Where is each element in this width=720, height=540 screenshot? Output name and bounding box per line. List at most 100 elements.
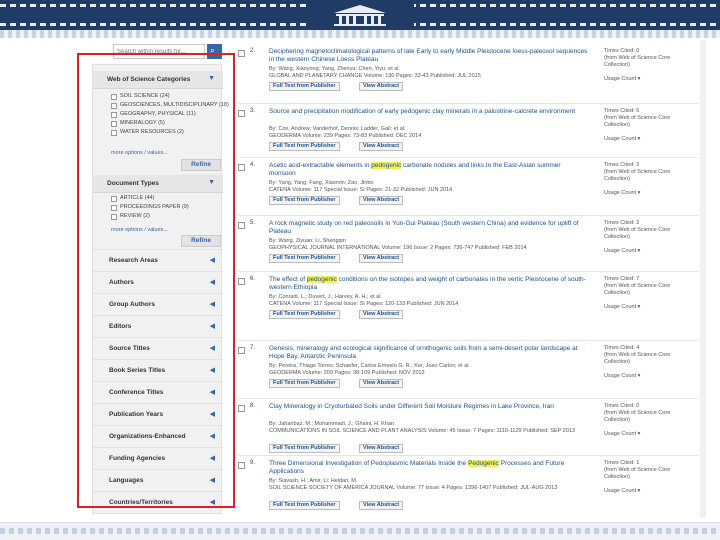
usage-count[interactable]: Usage Count ▾ [604, 373, 640, 379]
title-text: The effect of [269, 276, 307, 283]
record-authors: By: Conradi, L.; Duvert, J.; Harvey, A. … [269, 294, 382, 300]
usage-count[interactable]: Usage Count ▾ [604, 488, 640, 494]
view-abstract-button[interactable]: View Abstract [359, 444, 404, 453]
record-divider [238, 157, 698, 158]
footer-pattern [0, 528, 720, 534]
footer-band [0, 522, 720, 540]
record-title-link[interactable]: Three Dimensional Investigation of Pedop… [269, 460, 589, 476]
record-title-link[interactable]: Source and precipitation modification of… [269, 108, 589, 116]
select-record-checkbox[interactable] [238, 347, 245, 354]
usage-count[interactable]: Usage Count ▾ [604, 76, 640, 82]
usage-label: Usage Count [604, 304, 637, 310]
select-record-checkbox[interactable] [238, 222, 245, 229]
record-title-link[interactable]: Genesis, mineralogy and ecological signi… [269, 345, 589, 361]
record-divider [238, 398, 698, 399]
usage-label: Usage Count [604, 431, 637, 437]
full-text-button[interactable]: Full Text from Publisher [269, 82, 340, 91]
record-title-link[interactable]: Clay Mineralogy in Cryoturbated Soils un… [269, 403, 589, 411]
record-authors: By: Pereira, Thiago Torres; Schaefer, Ca… [269, 363, 470, 369]
select-record-checkbox[interactable] [238, 462, 245, 469]
title-text: Pedogenic [468, 460, 499, 467]
building-emblem-icon [306, 2, 414, 28]
chevron-down-icon: ▾ [636, 136, 641, 142]
full-text-button[interactable]: Full Text from Publisher [269, 379, 340, 388]
record-number: 4. [250, 162, 256, 168]
record-title-link[interactable]: Acetic acid-extractable elements in pedo… [269, 162, 589, 178]
view-abstract-button[interactable]: View Abstract [359, 142, 404, 151]
usage-label: Usage Count [604, 248, 637, 254]
times-cited[interactable]: Times Cited: 7 (from Web of Science Core… [604, 276, 694, 297]
usage-count[interactable]: Usage Count ▾ [604, 304, 640, 310]
times-cited[interactable]: Times Cited: 0 (from Web of Science Core… [604, 403, 694, 424]
select-record-checkbox[interactable] [238, 278, 245, 285]
record-authors: By: Wang, Xiaoyong; Yang, Zhenyu; Chen, … [269, 66, 401, 72]
usage-count[interactable]: Usage Count ▾ [604, 190, 640, 196]
record-divider [238, 340, 698, 341]
record-number: 9. [250, 460, 256, 466]
usage-label: Usage Count [604, 76, 637, 82]
view-abstract-button[interactable]: View Abstract [359, 254, 404, 263]
title-text: Source and precipitation modification of… [269, 108, 576, 115]
view-abstract-button[interactable]: View Abstract [359, 379, 404, 388]
record-divider [238, 215, 698, 216]
record-title-link[interactable]: A rock magnetic study on red paleosoils … [269, 220, 589, 236]
title-text: pedogenic [306, 276, 337, 283]
record-divider [238, 455, 698, 456]
record-divider [238, 103, 698, 104]
chevron-down-icon: ▾ [636, 76, 641, 82]
title-text: Clay Mineralogy in Cryoturbated Soils un… [269, 403, 554, 410]
record-source: GEODERMA Volume: 209 Pages: 98-109 Publi… [269, 370, 425, 376]
usage-label: Usage Count [604, 190, 637, 196]
annotation-highlight-box [77, 53, 235, 508]
record-number: 3. [250, 108, 256, 114]
select-record-checkbox[interactable] [238, 110, 245, 117]
view-abstract-button[interactable]: View Abstract [359, 196, 404, 205]
record-title-link[interactable]: The effect of pedogenic conditions on th… [269, 276, 589, 292]
record-number: 8. [250, 403, 256, 409]
usage-count[interactable]: Usage Count ▾ [604, 431, 640, 437]
record-source: CATENA Volume: 117 Special Issue: SI Pag… [269, 187, 453, 193]
record-source: SOIL SCIENCE SOCIETY OF AMERICA JOURNAL … [269, 485, 558, 491]
title-text: A rock magnetic study on red paleosoils … [269, 220, 579, 235]
times-cited[interactable]: Times Cited: 4 (from Web of Science Core… [604, 345, 694, 366]
record-divider [238, 271, 698, 272]
record-authors: By: Yang, Yang; Fang, Xiaomin; Zan, Jinb… [269, 180, 374, 186]
usage-count[interactable]: Usage Count ▾ [604, 136, 640, 142]
scrollbar[interactable] [700, 40, 706, 518]
record-authors: By: Wang, Ziyuan; Li, Shengqin [269, 238, 346, 244]
full-text-button[interactable]: Full Text from Publisher [269, 501, 340, 510]
times-cited[interactable]: Times Cited: 2 (from Web of Science Core… [604, 220, 694, 241]
full-text-button[interactable]: Full Text from Publisher [269, 444, 340, 453]
record-source: COMMUNICATIONS IN SOIL SCIENCE AND PLANT… [269, 428, 575, 434]
times-cited[interactable]: Times Cited: 2 (from Web of Science Core… [604, 162, 694, 183]
full-text-button[interactable]: Full Text from Publisher [269, 254, 340, 263]
record-authors: By: Siavash, H.; Amir, Li; Heidari, M. [269, 478, 358, 484]
usage-label: Usage Count [604, 488, 637, 494]
full-text-button[interactable]: Full Text from Publisher [269, 142, 340, 151]
times-cited[interactable]: Times Cited: 6 (from Web of Science Core… [604, 108, 694, 129]
view-abstract-button[interactable]: View Abstract [359, 82, 404, 91]
full-text-button[interactable]: Full Text from Publisher [269, 196, 340, 205]
record-authors: By: Jahanbaz, M.; Mohammadi, J.; Ghaini,… [269, 421, 395, 427]
record-source: CATENA Volume: 117 Special Issue: SI Pag… [269, 301, 459, 307]
times-cited[interactable]: Times Cited: 1 (from Web of Science Core… [604, 460, 694, 481]
usage-count[interactable]: Usage Count ▾ [604, 248, 640, 254]
record-number: 6. [250, 276, 256, 282]
chevron-down-icon: ▾ [636, 248, 641, 254]
chevron-down-icon: ▾ [636, 304, 641, 310]
chevron-down-icon: ▾ [636, 190, 641, 196]
view-abstract-button[interactable]: View Abstract [359, 310, 404, 319]
chevron-down-icon: ▾ [636, 373, 641, 379]
full-text-button[interactable]: Full Text from Publisher [269, 310, 340, 319]
record-source: GEODERMA Volume: 239 Pages: 73-83 Publis… [269, 133, 422, 139]
record-title-link[interactable]: Deciphering magnetoclimatological patter… [269, 48, 589, 64]
usage-label: Usage Count [604, 136, 637, 142]
select-record-checkbox[interactable] [238, 164, 245, 171]
select-record-checkbox[interactable] [238, 405, 245, 412]
times-cited[interactable]: Times Cited: 0 (from Web of Science Core… [604, 48, 694, 69]
title-text: Genesis, mineralogy and ecological signi… [269, 345, 578, 360]
record-number: 7. [250, 345, 256, 351]
chevron-down-icon: ▾ [636, 488, 641, 494]
select-record-checkbox[interactable] [238, 50, 245, 57]
view-abstract-button[interactable]: View Abstract [359, 501, 404, 510]
